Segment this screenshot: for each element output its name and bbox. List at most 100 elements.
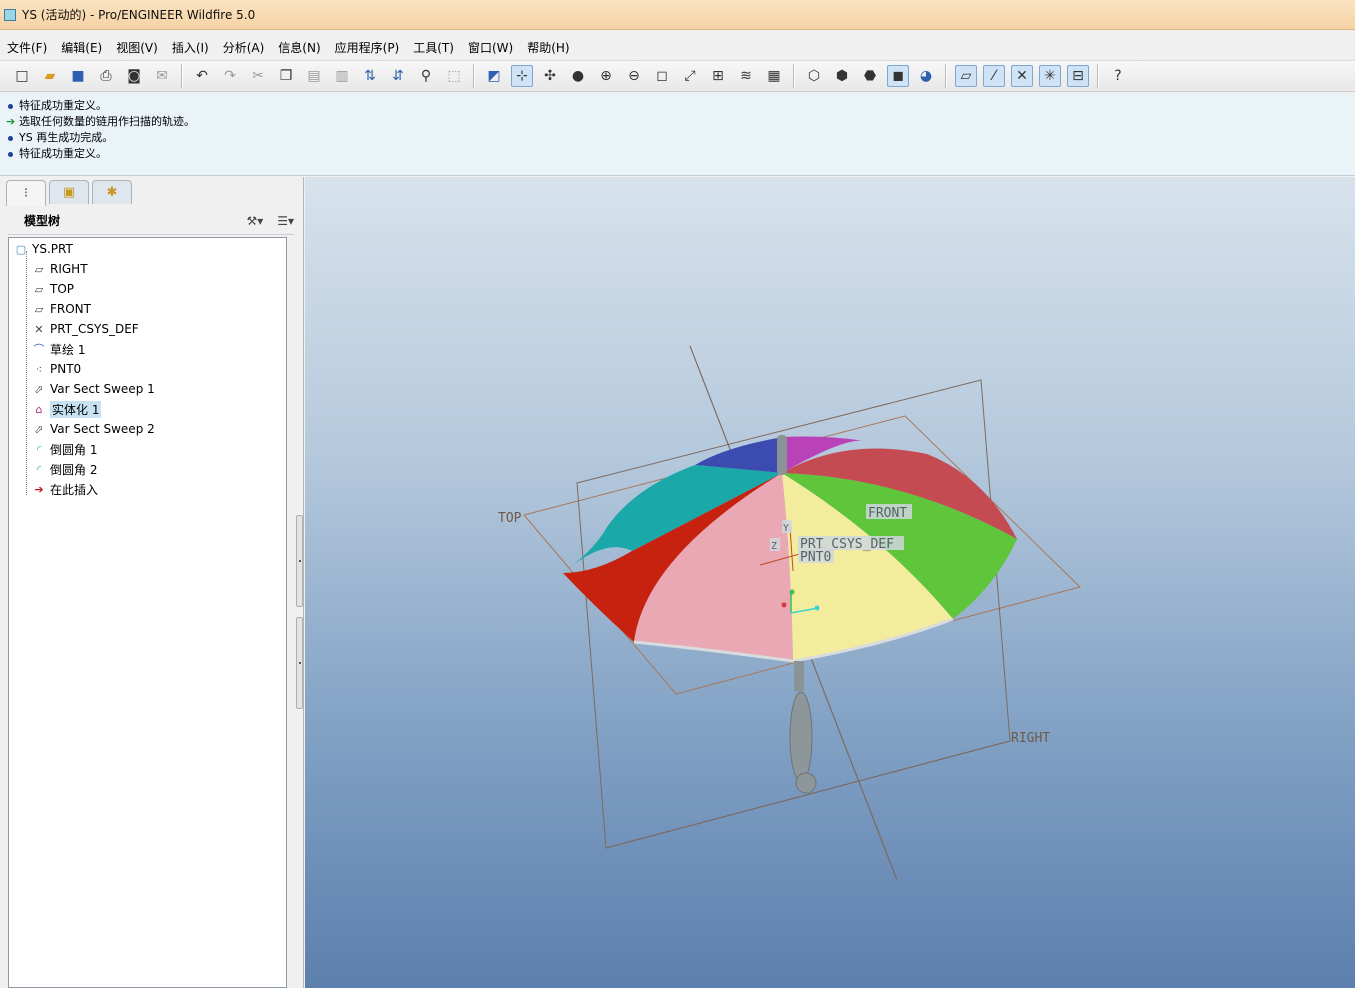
tree-item-pnt0[interactable]: ⁖ PNT0: [9, 359, 286, 379]
menu-insert[interactable]: 插入(I): [165, 39, 216, 56]
whats-this-icon[interactable]: ?: [1107, 65, 1129, 87]
tree-item-var-sect-sweep-2[interactable]: ⬀ Var Sect Sweep 2: [9, 419, 286, 439]
prompt-arrow-icon: ➔: [6, 115, 16, 128]
copy-icon[interactable]: ❐: [275, 65, 297, 87]
annotations-icon[interactable]: ⊟: [1067, 65, 1089, 87]
menu-edit[interactable]: 编辑(E): [54, 39, 109, 56]
folder-icon: ▣: [62, 185, 76, 200]
panel-splitter-handle[interactable]: [296, 617, 303, 709]
tree-item-csys[interactable]: ✕ PRT_CSYS_DEF: [9, 319, 286, 339]
info-bullet-icon: [8, 103, 13, 109]
message-line: ➔ 选取任何数量的链用作扫描的轨迹。: [6, 115, 195, 128]
regenerate-icon[interactable]: ⇅: [359, 65, 381, 87]
menu-help[interactable]: 帮助(H): [520, 39, 576, 56]
new-icon[interactable]: □: [11, 65, 33, 87]
round-icon: ◜: [36, 462, 42, 476]
shaft: [794, 661, 804, 691]
datum-plane-icon: ▱: [34, 262, 44, 276]
spin-center-icon[interactable]: ⊹: [511, 65, 533, 87]
redo-icon[interactable]: ↷: [219, 65, 241, 87]
show-icon[interactable]: ☰▾: [277, 214, 294, 228]
menu-applications[interactable]: 应用程序(P): [328, 39, 407, 56]
toolbar-separator: [945, 64, 947, 88]
appearance-icon[interactable]: ●: [567, 65, 589, 87]
tree-item-insert-here[interactable]: ➔ 在此插入: [9, 479, 286, 499]
title-bar: YS (活动的) - Pro/ENGINEER Wildfire 5.0: [0, 0, 1355, 30]
insert-here-icon: ➔: [34, 482, 44, 496]
email-icon[interactable]: ✉: [151, 65, 173, 87]
tree-item-solidify-1[interactable]: ⌂ 实体化 1: [9, 399, 286, 419]
find-icon[interactable]: ⚲: [415, 65, 437, 87]
model-tree-title: 模型树: [24, 214, 61, 228]
tree-item-sketch[interactable]: ⌒ 草绘 1: [9, 339, 286, 359]
app-icon: [4, 8, 16, 21]
menu-file[interactable]: 文件(F): [0, 39, 54, 56]
datum-plane-icon: ▱: [34, 282, 44, 296]
settings-icon[interactable]: ⚒▾: [246, 214, 263, 228]
tree-item-right[interactable]: ▱ RIGHT: [9, 259, 286, 279]
undo-icon[interactable]: ↶: [191, 65, 213, 87]
menu-analysis[interactable]: 分析(A): [216, 39, 272, 56]
label-top: TOP: [498, 511, 522, 526]
message-line: YS 再生成功完成。: [6, 130, 1349, 146]
cut-icon[interactable]: ✂: [247, 65, 269, 87]
toolbar-separator: [1097, 64, 1099, 88]
tree-item-round-2[interactable]: ◜ 倒圆角 2: [9, 459, 286, 479]
message-line: 特征成功重定义。: [6, 146, 1349, 162]
tree-root[interactable]: ▢ YS.PRT: [9, 239, 286, 259]
model-tree-icon: ⁝: [23, 186, 29, 201]
toolbar-separator: [473, 64, 475, 88]
tree-item-top[interactable]: ▱ TOP: [9, 279, 286, 299]
panel-splitter-handle[interactable]: [296, 515, 303, 607]
refit-icon[interactable]: ◻: [651, 65, 673, 87]
tree-item-front[interactable]: ▱ FRONT: [9, 299, 286, 319]
sweep-icon: ⬀: [34, 422, 44, 436]
saved-views-icon[interactable]: ⊞: [707, 65, 729, 87]
tab-favorites[interactable]: ✱: [92, 180, 132, 204]
enhanced-realism-icon[interactable]: ◕: [915, 65, 937, 87]
save-icon[interactable]: ■: [67, 65, 89, 87]
layers-icon[interactable]: ≋: [735, 65, 757, 87]
paste-icon[interactable]: ▤: [303, 65, 325, 87]
print-icon[interactable]: ⎙: [95, 65, 117, 87]
regen-manager-icon[interactable]: ⇵: [387, 65, 409, 87]
round-icon: ◜: [36, 442, 42, 456]
info-bullet-icon: [8, 135, 13, 141]
menu-window[interactable]: 窗口(W): [461, 39, 520, 56]
tree-item-var-sect-sweep-1[interactable]: ⬀ Var Sect Sweep 1: [9, 379, 286, 399]
reorient-icon[interactable]: ⤢: [679, 65, 701, 87]
sketch-icon: ⌒: [33, 343, 45, 356]
select-box-icon[interactable]: ⬚: [443, 65, 465, 87]
zoom-in-icon[interactable]: ⊕: [595, 65, 617, 87]
datum-planes-icon[interactable]: ▱: [955, 65, 977, 87]
menu-tools[interactable]: 工具(T): [406, 39, 461, 56]
datum-plane-icon: ▱: [34, 302, 44, 316]
datum-axes-icon[interactable]: ⁄: [983, 65, 1005, 87]
orient-icon[interactable]: ✣: [539, 65, 561, 87]
preview-icon[interactable]: ◙: [123, 65, 145, 87]
graphics-viewport[interactable]: TOP RIGHT FRONT PRT_CSYS_DEF PNT0 Y Z: [305, 177, 1355, 988]
no-hidden-icon[interactable]: ⬣: [859, 65, 881, 87]
sweep-icon: ⬀: [34, 382, 44, 396]
window-title: YS (活动的) - Pro/ENGINEER Wildfire 5.0: [22, 8, 256, 22]
shading-icon[interactable]: ◼: [887, 65, 909, 87]
hidden-line-icon[interactable]: ⬢: [831, 65, 853, 87]
label-front: FRONT: [868, 506, 907, 521]
wireframe-icon[interactable]: ⬡: [803, 65, 825, 87]
zoom-out-icon[interactable]: ⊖: [623, 65, 645, 87]
menu-info[interactable]: 信息(N): [271, 39, 327, 56]
tab-folder-browser[interactable]: ▣: [49, 180, 89, 204]
paste-special-icon[interactable]: ▥: [331, 65, 353, 87]
model-tree: ▢ YS.PRT ▱ RIGHT ▱ TOP ▱ FRONT ✕ PRT_CSY…: [8, 237, 287, 988]
tab-model-tree[interactable]: ⁝: [6, 180, 46, 206]
toolbar-separator: [793, 64, 795, 88]
repaint-icon[interactable]: ◩: [483, 65, 505, 87]
tree-item-round-1[interactable]: ◜ 倒圆角 1: [9, 439, 286, 459]
handle-grip: [789, 691, 813, 783]
csys-icon[interactable]: ✳: [1039, 65, 1061, 87]
view-manager-icon[interactable]: ▦: [763, 65, 785, 87]
label-right: RIGHT: [1011, 731, 1050, 746]
menu-view[interactable]: 视图(V): [109, 39, 165, 56]
open-icon[interactable]: ▰: [39, 65, 61, 87]
datum-points-icon[interactable]: ✕: [1011, 65, 1033, 87]
